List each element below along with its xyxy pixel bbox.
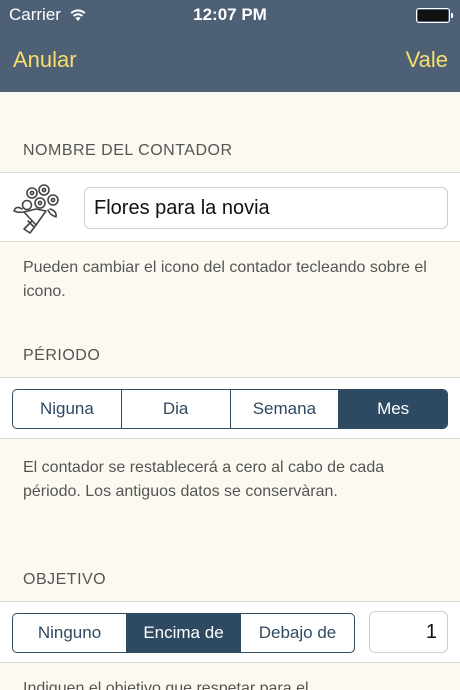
period-segmented-control: Niguna Dia Semana Mes <box>12 389 448 429</box>
objective-option-above[interactable]: Encima de <box>126 614 240 652</box>
counter-name-row <box>0 172 460 242</box>
counter-name-input[interactable] <box>84 187 448 229</box>
objective-row: Ninguno Encima de Debajo de <box>0 601 460 663</box>
counter-name-hint: Pueden cambiar el icono del contador tec… <box>23 259 427 300</box>
period-hint: El contador se restablecerá a cero al ca… <box>23 459 385 500</box>
period-option-week[interactable]: Semana <box>229 390 339 428</box>
period-row: Niguna Dia Semana Mes <box>0 377 460 439</box>
counter-name-header: NOMBRE DEL CONTADOR <box>23 142 233 159</box>
period-option-day[interactable]: Dia <box>120 390 230 428</box>
navigation-bar: Anular Vale <box>0 30 460 92</box>
objective-option-none[interactable]: Ninguno <box>13 614 126 652</box>
period-option-month[interactable]: Mes <box>338 390 447 428</box>
period-header: PÉRIODO <box>23 347 101 364</box>
objective-header: OBJETIVO <box>23 571 107 588</box>
clock: 12:07 PM <box>193 5 267 24</box>
battery-icon <box>416 8 453 23</box>
flower-bouquet-icon[interactable] <box>10 181 66 237</box>
cancel-button[interactable]: Anular <box>13 47 77 73</box>
ok-button[interactable]: Vale <box>406 47 448 73</box>
objective-segmented-control: Ninguno Encima de Debajo de <box>12 613 355 653</box>
status-bar: Carrier 12:07 PM <box>0 0 460 30</box>
objective-target-input[interactable] <box>369 611 448 653</box>
period-option-none[interactable]: Niguna <box>13 390 121 428</box>
objective-hint: Indiquen el objetivo que respetar para e… <box>23 680 309 690</box>
objective-option-below[interactable]: Debajo de <box>240 614 354 652</box>
